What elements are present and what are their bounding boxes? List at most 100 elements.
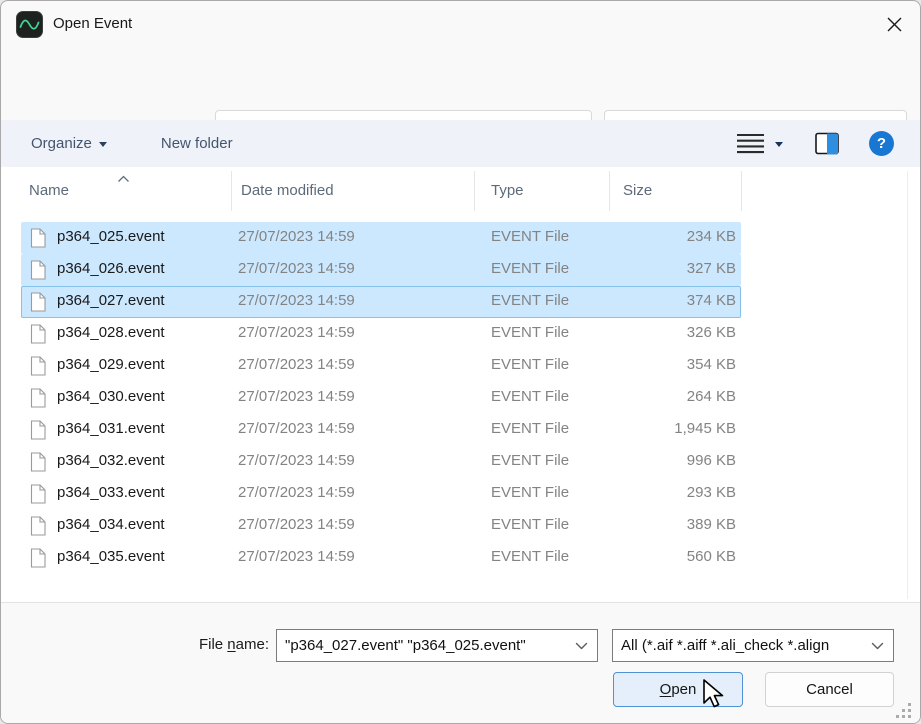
file-name: p364_027.event xyxy=(57,292,165,309)
column-header-size[interactable]: Size xyxy=(623,182,652,199)
file-icon xyxy=(30,452,46,476)
file-type: EVENT File xyxy=(491,516,569,533)
file-icon xyxy=(30,548,46,572)
preview-pane-button[interactable] xyxy=(815,132,839,155)
file-name: p364_031.event xyxy=(57,420,165,437)
file-name: p364_032.event xyxy=(57,452,165,469)
resize-grip[interactable] xyxy=(895,702,913,724)
file-type: EVENT File xyxy=(491,420,569,437)
column-header-date-modified[interactable]: Date modified xyxy=(241,182,334,199)
file-date-modified: 27/07/2023 14:59 xyxy=(238,228,355,245)
file-type: EVENT File xyxy=(491,484,569,501)
file-row[interactable]: p364_034.event 27/07/2023 14:59 EVENT Fi… xyxy=(21,510,741,542)
sort-ascending-icon xyxy=(117,170,130,187)
file-row[interactable]: p364_032.event 27/07/2023 14:59 EVENT Fi… xyxy=(21,446,741,478)
file-row[interactable]: p364_027.event 27/07/2023 14:59 EVENT Fi… xyxy=(21,286,741,318)
file-name: p364_030.event xyxy=(57,388,165,405)
file-name: p364_025.event xyxy=(57,228,165,245)
file-name-dropdown-button[interactable] xyxy=(571,642,597,650)
help-button[interactable]: ? xyxy=(869,131,894,156)
column-divider[interactable] xyxy=(231,171,232,211)
navigation-bar: « Wind... › Events xyxy=(1,49,920,120)
file-size: 264 KB xyxy=(596,388,736,405)
window-title: Open Event xyxy=(53,15,132,32)
file-icon xyxy=(30,388,46,412)
column-header-row: Name Date modified Type Size xyxy=(1,169,920,213)
new-folder-label: New folder xyxy=(161,135,233,152)
file-row[interactable]: p364_030.event 27/07/2023 14:59 EVENT Fi… xyxy=(21,382,741,414)
file-size: 389 KB xyxy=(596,516,736,533)
file-type: EVENT File xyxy=(491,228,569,245)
change-view-button[interactable] xyxy=(736,133,783,154)
file-row[interactable]: p364_028.event 27/07/2023 14:59 EVENT Fi… xyxy=(21,318,741,350)
file-row[interactable]: p364_029.event 27/07/2023 14:59 EVENT Fi… xyxy=(21,350,741,382)
file-size: 234 KB xyxy=(596,228,736,245)
file-name: p364_026.event xyxy=(57,260,165,277)
file-date-modified: 27/07/2023 14:59 xyxy=(238,452,355,469)
column-divider[interactable] xyxy=(741,171,742,211)
file-date-modified: 27/07/2023 14:59 xyxy=(238,260,355,277)
file-name: p364_028.event xyxy=(57,324,165,341)
organize-dropdown-caret-icon xyxy=(99,142,107,147)
view-dropdown-caret-icon xyxy=(775,142,783,147)
file-name-combobox xyxy=(276,629,598,662)
file-icon xyxy=(30,516,46,540)
new-folder-button[interactable]: New folder xyxy=(161,135,233,152)
file-size: 374 KB xyxy=(596,292,736,309)
column-divider[interactable] xyxy=(474,171,475,211)
file-date-modified: 27/07/2023 14:59 xyxy=(238,516,355,533)
file-row[interactable]: p364_033.event 27/07/2023 14:59 EVENT Fi… xyxy=(21,478,741,510)
file-type: EVENT File xyxy=(491,292,569,309)
file-size: 996 KB xyxy=(596,452,736,469)
file-name-label: File name: xyxy=(151,636,269,653)
details-view-lines-icon xyxy=(736,133,765,154)
dialog-footer: File name: All (*.aif *.aiff *.ali_check… xyxy=(1,602,920,724)
file-name: p364_034.event xyxy=(57,516,165,533)
file-icon xyxy=(30,260,46,284)
file-date-modified: 27/07/2023 14:59 xyxy=(238,484,355,501)
column-header-type[interactable]: Type xyxy=(491,182,524,199)
file-icon xyxy=(30,484,46,508)
file-type-combobox[interactable]: All (*.aif *.aiff *.ali_check *.align xyxy=(612,629,894,662)
file-type: EVENT File xyxy=(491,548,569,565)
file-name: p364_035.event xyxy=(57,548,165,565)
close-icon xyxy=(886,16,903,33)
title-bar: Open Event xyxy=(1,1,920,49)
file-icon xyxy=(30,420,46,444)
file-size: 560 KB xyxy=(596,548,736,565)
command-toolbar: Organize New folder xyxy=(1,120,920,167)
file-date-modified: 27/07/2023 14:59 xyxy=(238,420,355,437)
file-type: EVENT File xyxy=(491,388,569,405)
file-size: 293 KB xyxy=(596,484,736,501)
file-date-modified: 27/07/2023 14:59 xyxy=(238,292,355,309)
file-size: 326 KB xyxy=(596,324,736,341)
file-size: 354 KB xyxy=(596,356,736,373)
file-type: EVENT File xyxy=(491,356,569,373)
file-name: p364_029.event xyxy=(57,356,165,373)
file-date-modified: 27/07/2023 14:59 xyxy=(238,388,355,405)
organize-button[interactable]: Organize xyxy=(31,135,107,152)
file-size: 1,945 KB xyxy=(596,420,736,437)
cancel-button[interactable]: Cancel xyxy=(765,672,894,707)
file-icon xyxy=(30,356,46,380)
file-date-modified: 27/07/2023 14:59 xyxy=(238,548,355,565)
sine-wave-app-icon xyxy=(16,11,43,38)
file-type: EVENT File xyxy=(491,452,569,469)
column-header-name[interactable]: Name xyxy=(29,182,69,199)
open-button[interactable]: Open xyxy=(613,672,743,707)
file-row[interactable]: p364_026.event 27/07/2023 14:59 EVENT Fi… xyxy=(21,254,741,286)
file-name-input[interactable] xyxy=(277,637,571,654)
file-row[interactable]: p364_025.event 27/07/2023 14:59 EVENT Fi… xyxy=(21,222,741,254)
help-question-icon: ? xyxy=(869,131,894,156)
close-button[interactable] xyxy=(881,14,907,38)
chevron-down-icon xyxy=(871,642,884,650)
column-divider[interactable] xyxy=(609,171,610,211)
file-date-modified: 27/07/2023 14:59 xyxy=(238,324,355,341)
file-icon xyxy=(30,292,46,316)
file-row[interactable]: p364_031.event 27/07/2023 14:59 EVENT Fi… xyxy=(21,414,741,446)
file-type-dropdown-button[interactable] xyxy=(867,642,893,650)
file-date-modified: 27/07/2023 14:59 xyxy=(238,356,355,373)
file-row[interactable]: p364_035.event 27/07/2023 14:59 EVENT Fi… xyxy=(21,542,741,574)
file-name: p364_033.event xyxy=(57,484,165,501)
open-event-dialog: Open Event xyxy=(0,0,921,724)
